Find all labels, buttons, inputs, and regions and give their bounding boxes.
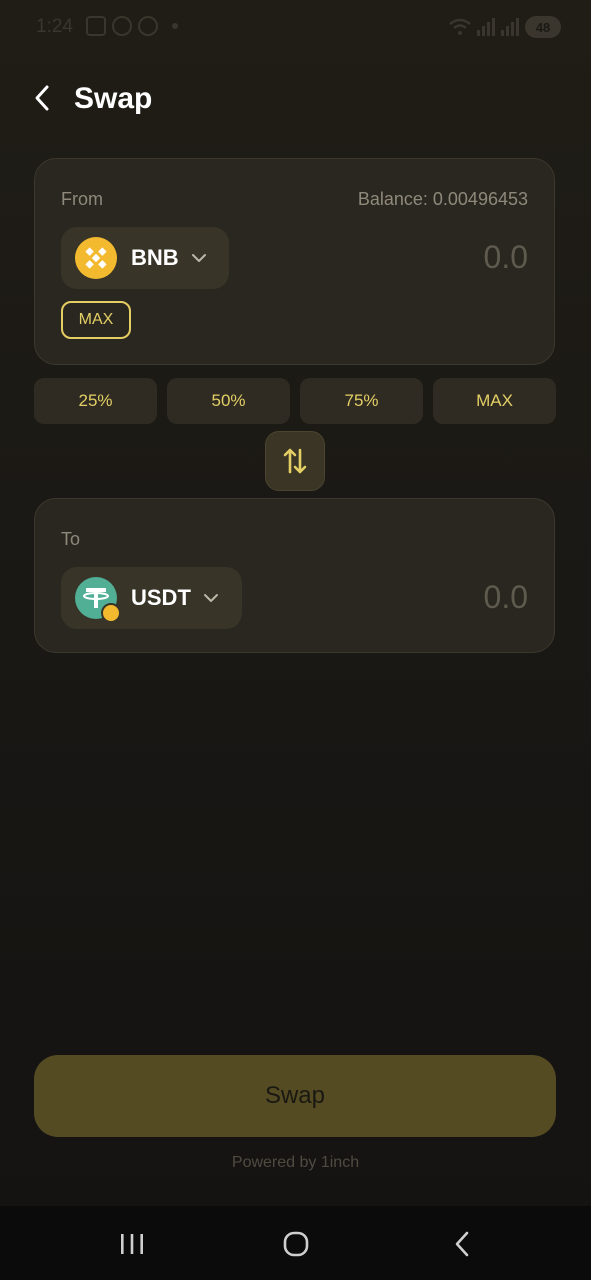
status-time: 1:24 [36,16,73,37]
to-card: To USDT 0.0 [34,498,555,653]
max-button[interactable]: MAX [61,301,131,339]
from-token-symbol: BNB [131,245,179,270]
system-nav-bar [0,1206,591,1280]
recent-apps-icon [121,1234,143,1254]
percent-max-button[interactable]: MAX [433,378,556,424]
battery-indicator: 48 [525,16,561,38]
whatsapp-icon [138,16,158,36]
to-amount-output: 0.0 [483,579,528,615]
more-notifications-icon [172,23,178,29]
chevron-down-icon [191,250,207,266]
swap-button[interactable]: Swap [34,1055,556,1137]
back-icon [455,1231,469,1257]
signal-icon [501,18,519,36]
home-icon [283,1231,309,1257]
home-button[interactable] [276,1226,316,1262]
powered-by-text: Powered by 1inch [231,1154,360,1171]
from-amount-input[interactable]: 0.0 [484,239,528,276]
from-card: From Balance: 0.00496453 BNB 0.0 MAX [34,158,555,365]
to-token-symbol: USDT [131,585,191,610]
from-token-selector[interactable]: BNB [61,227,229,289]
percent-buttons: 25% 50% 75% MAX [34,378,556,424]
to-token-selector[interactable]: USDT [61,567,242,629]
percent-25-button[interactable]: 25% [34,378,157,424]
wifi-icon [449,18,471,35]
recent-apps-button[interactable] [112,1226,152,1262]
status-bar: 1:24 48 [0,0,591,56]
to-label: To [61,529,81,549]
header: Swap [0,70,591,130]
chevron-down-icon [203,590,219,606]
status-notification-icons [86,16,178,36]
back-button[interactable] [26,82,58,114]
status-system-icons: 48 [449,16,561,38]
system-back-button[interactable] [442,1226,482,1262]
usdt-token-icon [75,577,121,623]
bnb-token-icon [75,237,117,279]
balance-text: Balance: 0.00496453 [357,189,528,209]
from-label: From [61,189,103,209]
screenshot-icon [86,16,106,36]
page-title: Swap [74,82,153,115]
percent-50-button[interactable]: 50% [167,378,290,424]
percent-75-button[interactable]: 75% [300,378,423,424]
signal-icon [477,18,495,36]
chevron-left-icon [35,85,49,111]
whatsapp-icon [112,16,132,36]
swap-vertical-icon [283,448,307,474]
switch-tokens-button[interactable] [265,431,325,491]
bnb-chain-badge-icon [101,603,121,623]
